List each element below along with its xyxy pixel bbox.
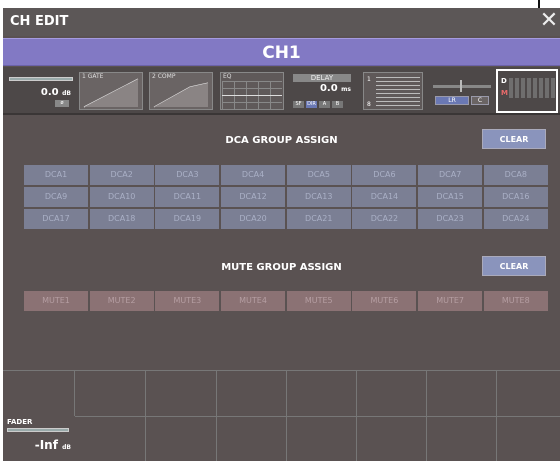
dca-button[interactable]: DCA19 (155, 209, 220, 229)
gain-value: 0.0 dB (40, 87, 71, 98)
insert-lines (376, 77, 420, 107)
dca-clear-button[interactable]: CLEAR (482, 129, 546, 149)
pan-lr-button[interactable]: LR (435, 96, 469, 105)
grid-cell (286, 371, 356, 417)
dca-button[interactable]: DCA14 (352, 187, 417, 207)
insert-top-label: 1 (367, 76, 371, 83)
mute-button[interactable]: MUTE4 (221, 291, 286, 311)
gain-module[interactable]: 0.0 dB ø (7, 72, 77, 110)
grid-cell (356, 417, 426, 461)
mute-button[interactable]: MUTE6 (352, 291, 417, 311)
grid-cell (286, 417, 356, 461)
mute-button[interactable]: MUTE5 (286, 291, 351, 311)
dca-button[interactable]: DCA24 (483, 209, 548, 229)
mute-button[interactable]: MUTE7 (418, 291, 483, 311)
assign-dots (509, 78, 555, 98)
insert-bottom-label: 8 (367, 101, 371, 108)
pan-track (433, 85, 491, 88)
fader-bar[interactable] (7, 428, 69, 432)
mute-grid: MUTE1 MUTE2 MUTE3 MUTE4 MUTE5 MUTE6 MUTE… (24, 291, 548, 311)
dca-button[interactable]: DCA5 (286, 165, 351, 185)
dca-button[interactable]: DCA20 (221, 209, 286, 229)
fader-module[interactable]: FADER -Inf dB (3, 416, 75, 461)
grid-cell (496, 417, 560, 461)
grid-cell (145, 371, 216, 417)
dca-button[interactable]: DCA13 (286, 187, 351, 207)
delay-a-switch[interactable]: A (319, 101, 330, 108)
close-icon[interactable]: ✕ (539, 10, 559, 32)
dca-mute-assign-module[interactable]: D M (496, 69, 558, 113)
dca-button[interactable]: DCA23 (418, 209, 483, 229)
mute-button[interactable]: MUTE2 (89, 291, 154, 311)
dca-button[interactable]: DCA8 (483, 165, 548, 185)
comp-curve-icon (153, 82, 209, 108)
delay-label: DELAY (293, 74, 351, 82)
window-title: CH EDIT (10, 14, 69, 29)
grid-cell (74, 371, 145, 417)
grid-cell (496, 371, 560, 417)
mute-button[interactable]: MUTE3 (155, 291, 220, 311)
bottom-grid (3, 370, 560, 461)
dca-button[interactable]: DCA2 (89, 165, 154, 185)
grid-cell (426, 417, 496, 461)
mute-button[interactable]: MUTE8 (483, 291, 548, 311)
dca-section-title: DCA GROUP ASSIGN (225, 135, 338, 146)
dca-button[interactable]: DCA9 (24, 187, 88, 207)
delay-sf-switch[interactable]: SF (293, 101, 304, 108)
mute-indicator: M (501, 89, 508, 97)
grid-cell (216, 371, 286, 417)
fader-label: FADER (7, 418, 33, 426)
channel-name[interactable]: CH1 (3, 38, 560, 66)
gate-curve-icon (83, 78, 139, 108)
grid-cell (3, 371, 74, 417)
grid-cell (74, 417, 145, 461)
dca-button[interactable]: DCA11 (155, 187, 220, 207)
dca-button[interactable]: DCA18 (89, 209, 154, 229)
comp-module[interactable]: 2 COMP (149, 72, 213, 110)
dca-button[interactable]: DCA1 (24, 165, 88, 185)
phase-button[interactable]: ø (55, 100, 69, 107)
dca-button[interactable]: DCA15 (418, 187, 483, 207)
ch-edit-window: CH EDIT ✕ CH1 0.0 dB ø 1 GATE 2 COMP EQ (3, 8, 560, 461)
channel-strip: 0.0 dB ø 1 GATE 2 COMP EQ DELAY 0.0 ms S… (3, 67, 560, 115)
eq-module[interactable]: EQ (220, 72, 284, 110)
eq-label: EQ (223, 73, 232, 80)
dca-button[interactable]: DCA22 (352, 209, 417, 229)
grid-cell (426, 371, 496, 417)
dca-button[interactable]: DCA7 (418, 165, 483, 185)
mute-button[interactable]: MUTE1 (24, 291, 88, 311)
insert-module[interactable]: 1 8 (363, 72, 423, 110)
gain-bar (9, 77, 73, 81)
dca-button[interactable]: DCA17 (24, 209, 88, 229)
dca-button[interactable]: DCA21 (286, 209, 351, 229)
dca-button[interactable]: DCA16 (483, 187, 548, 207)
gate-module[interactable]: 1 GATE (79, 72, 143, 110)
dca-button[interactable]: DCA12 (221, 187, 286, 207)
dca-grid: DCA1 DCA2 DCA3 DCA4 DCA5 DCA6 DCA7 DCA8 … (24, 165, 548, 229)
dca-button[interactable]: DCA10 (89, 187, 154, 207)
mute-section-title: MUTE GROUP ASSIGN (221, 262, 342, 273)
delay-module[interactable]: DELAY 0.0 ms SF DIR A B (291, 72, 357, 110)
title-bar: CH EDIT ✕ (3, 8, 560, 36)
dca-button[interactable]: DCA4 (221, 165, 286, 185)
grid-cell (145, 417, 216, 461)
delay-value: 0.0 ms (319, 83, 351, 94)
dca-button[interactable]: DCA3 (155, 165, 220, 185)
eq-curve (222, 95, 282, 96)
pan-module[interactable]: LR C (429, 72, 495, 110)
delay-dir-switch[interactable]: DIR (306, 101, 317, 108)
mute-clear-button[interactable]: CLEAR (482, 256, 546, 276)
dca-indicator: D (501, 77, 507, 85)
pan-c-button[interactable]: C (471, 96, 489, 105)
delay-b-switch[interactable]: B (332, 101, 343, 108)
grid-cell (216, 417, 286, 461)
fader-value: -Inf dB (34, 438, 71, 452)
pan-knob[interactable] (460, 80, 462, 92)
grid-cell (356, 371, 426, 417)
dca-button[interactable]: DCA6 (352, 165, 417, 185)
